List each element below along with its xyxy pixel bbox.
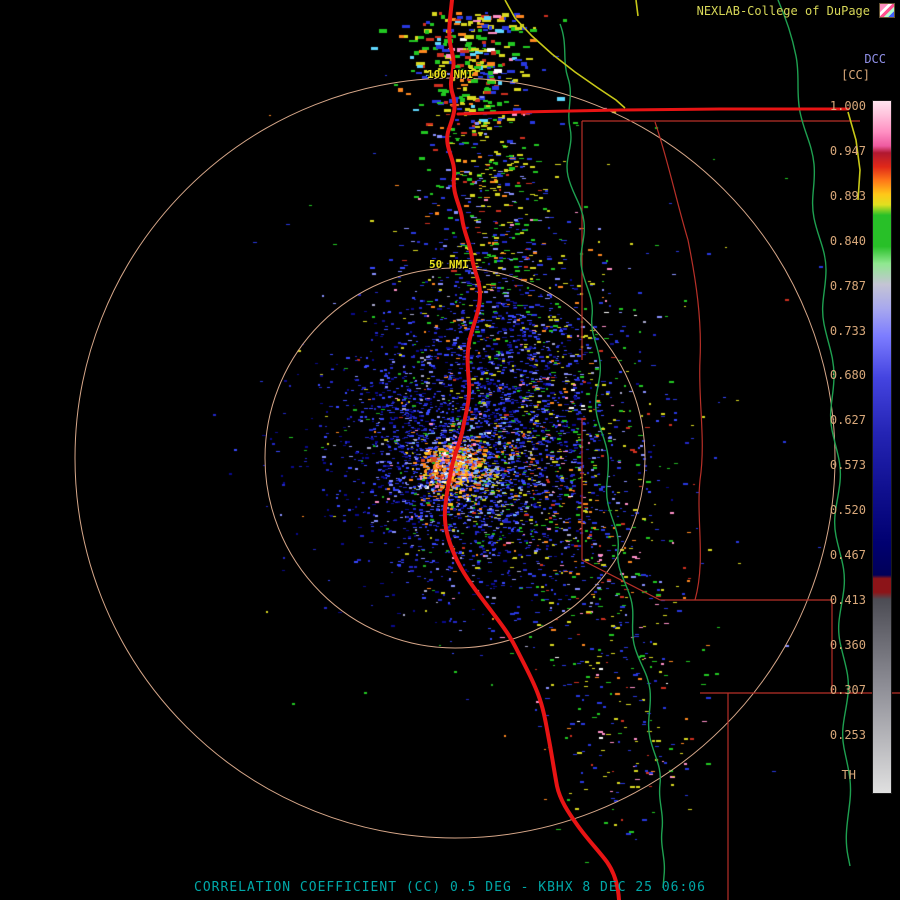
range-ring-label-100nmi: 100 NMI [427,68,474,81]
legend-tick: 0.787 [829,278,866,293]
legend-tick: 0.893 [829,188,866,203]
legend-tick: 0.307 [829,682,866,697]
legend-tick: 0.413 [829,592,866,607]
legend-tick: 0.840 [829,233,866,248]
legend-tick: 0.573 [829,458,866,473]
legend-units: [CC] [841,68,870,82]
highway-101-line [442,0,621,900]
color-scale-bar [872,100,892,794]
range-ring-label-50nmi: 50 NMI [429,258,469,271]
legend-tick-list: 1.000 0.947 0.893 0.840 0.787 0.733 0.680 0.627… [820,99,866,799]
county-line [654,121,703,601]
nexlab-logo-icon [879,3,895,18]
county-line [660,599,833,693]
legend-tick: 0.253 [829,727,866,742]
legend-tick: 0.680 [829,368,866,383]
radar-display: 100 NMI 50 NMI NEXLAB-College of DuPage … [0,0,900,900]
legend-tick: 0.360 [829,637,866,652]
highway-299-line [456,107,850,116]
site-title: NEXLAB-College of DuPage [696,4,870,18]
legend-tick: 0.947 [829,143,866,158]
river-line [559,23,666,889]
legend-tick: 0.733 [829,323,866,338]
legend-tick: 1.000 [829,99,866,113]
yellow-road-line [635,0,639,17]
legend-threshold-label: TH [841,768,856,782]
legend-tick: 0.627 [829,413,866,428]
legend-product-code: DCC [864,52,886,66]
legend-tick: 0.467 [829,548,866,562]
map-overlay-svg [74,0,900,900]
legend-tick: 0.520 [829,503,866,518]
product-caption: CORRELATION COEFFICIENT (CC) 0.5 DEG - K… [194,880,706,895]
